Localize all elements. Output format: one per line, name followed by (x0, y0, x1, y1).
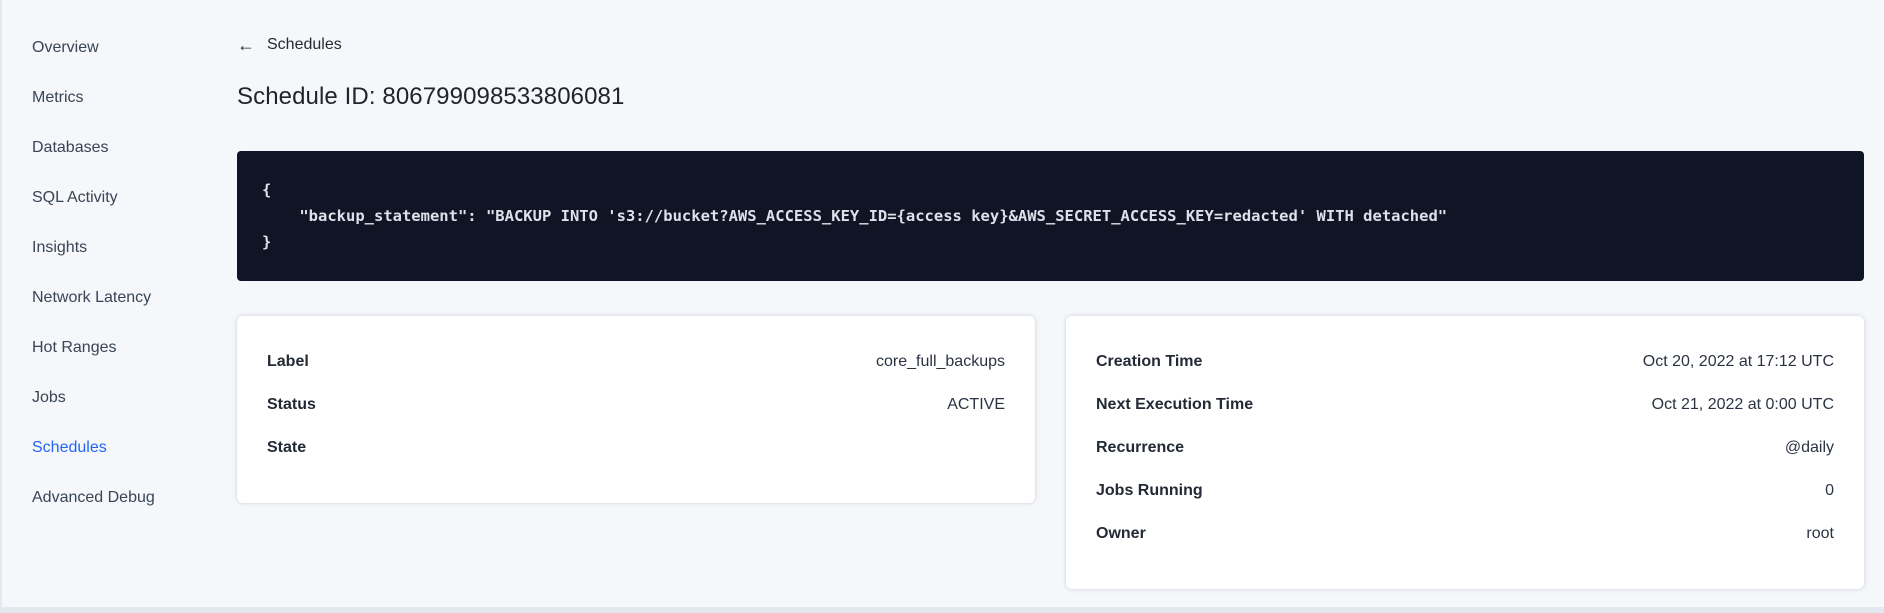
table-row: Label core_full_backups (267, 340, 1005, 383)
status-field-name: Status (267, 395, 316, 413)
schedule-details-card: Creation Time Oct 20, 2022 at 17:12 UTC … (1066, 316, 1864, 589)
table-row: Owner root (1096, 512, 1834, 555)
table-row: Next Execution Time Oct 21, 2022 at 0:00… (1096, 383, 1834, 426)
jobs-running-field-value: 0 (1825, 481, 1834, 499)
sidebar-item-schedules[interactable]: Schedules (0, 423, 237, 473)
sidebar-item-databases[interactable]: Databases (0, 123, 237, 173)
creation-time-field-name: Creation Time (1096, 352, 1203, 370)
table-row: Jobs Running 0 (1096, 469, 1834, 512)
state-field-name: State (267, 438, 307, 456)
page-title: Schedule ID: 806799098533806081 (237, 83, 625, 110)
jobs-running-field-name: Jobs Running (1096, 481, 1203, 499)
sidebar-item-network-latency[interactable]: Network Latency (0, 273, 237, 323)
sidebar: Overview Metrics Databases SQL Activity … (0, 0, 237, 613)
owner-field-value: root (1806, 524, 1834, 542)
back-arrow-icon: ← (237, 35, 255, 55)
table-row: Creation Time Oct 20, 2022 at 17:12 UTC (1096, 340, 1834, 383)
sidebar-item-jobs[interactable]: Jobs (0, 373, 237, 423)
owner-field-name: Owner (1096, 524, 1146, 542)
detail-cards-row: Label core_full_backups Status ACTIVE St… (237, 316, 1864, 589)
bottom-edge-strip (0, 607, 1884, 613)
schedule-summary-card: Label core_full_backups Status ACTIVE St… (237, 316, 1035, 503)
recurrence-field-value: @daily (1784, 438, 1834, 456)
back-to-schedules-link[interactable]: ← Schedules (237, 36, 342, 54)
next-execution-time-field-value: Oct 21, 2022 at 0:00 UTC (1651, 395, 1834, 413)
next-execution-time-field-name: Next Execution Time (1096, 395, 1254, 413)
sidebar-item-hot-ranges[interactable]: Hot Ranges (0, 323, 237, 373)
main-content: ← Schedules Schedule ID: 806799098533806… (237, 0, 1864, 589)
sidebar-item-sql-activity[interactable]: SQL Activity (0, 173, 237, 223)
sidebar-item-insights[interactable]: Insights (0, 223, 237, 273)
label-field-name: Label (267, 352, 309, 370)
table-row: Recurrence @daily (1096, 426, 1834, 469)
back-link-label: Schedules (267, 36, 342, 53)
label-field-value: core_full_backups (876, 352, 1005, 370)
backup-statement-code-block: { "backup_statement": "BACKUP INTO 's3:/… (237, 151, 1864, 281)
creation-time-field-value: Oct 20, 2022 at 17:12 UTC (1642, 352, 1834, 370)
sidebar-item-metrics[interactable]: Metrics (0, 73, 237, 123)
sidebar-item-overview[interactable]: Overview (0, 23, 237, 73)
table-row: State (267, 426, 1005, 469)
sidebar-item-advanced-debug[interactable]: Advanced Debug (0, 473, 237, 523)
table-row: Status ACTIVE (267, 383, 1005, 426)
recurrence-field-name: Recurrence (1096, 438, 1185, 456)
status-field-value: ACTIVE (947, 395, 1005, 413)
